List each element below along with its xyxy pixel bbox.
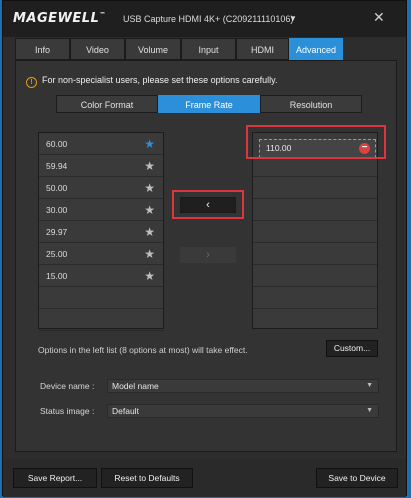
star-icon[interactable]: ★ (144, 221, 155, 243)
list-item[interactable]: 50.00 ★ (39, 177, 163, 199)
warning-message: ! For non-specialist users, please set th… (26, 75, 277, 88)
tab-info[interactable]: Info (15, 38, 70, 60)
save-to-device-button[interactable]: Save to Device (316, 468, 398, 488)
list-item[interactable]: 15.00 ★ (39, 265, 163, 287)
empty-row (39, 287, 163, 309)
move-right-button[interactable]: › (180, 247, 236, 263)
chevron-down-icon[interactable]: ▼ (289, 14, 297, 23)
list-item[interactable]: 60.00 ★ (39, 133, 163, 155)
empty-row (253, 265, 377, 287)
list-item[interactable]: 25.00 ★ (39, 243, 163, 265)
star-icon[interactable]: ★ (144, 155, 155, 177)
move-left-button[interactable]: ‹ (180, 197, 236, 213)
tab-input[interactable]: Input (181, 38, 236, 60)
selected-frame-rates-list[interactable]: 110.00 − (252, 132, 378, 329)
subtab-color-format[interactable]: Color Format (56, 95, 158, 113)
highlight-box (246, 125, 386, 159)
settings-window: MAGEWELL™ USB Capture HDMI 4K+ (C2092111… (2, 0, 407, 497)
empty-row (253, 243, 377, 265)
empty-row (253, 199, 377, 221)
warning-icon: ! (26, 77, 37, 88)
subtab-frame-rate[interactable]: Frame Rate (158, 95, 260, 113)
list-item[interactable]: 59.94 ★ (39, 155, 163, 177)
status-image-label: Status image : (40, 406, 95, 416)
custom-button[interactable]: Custom... (326, 340, 378, 357)
available-frame-rates-list[interactable]: 60.00 ★ 59.94 ★ 50.00 ★ 30.00 ★ 29.97 ★ 25.00… (38, 132, 164, 331)
magewell-logo: MAGEWELL™ (13, 11, 106, 26)
list-item[interactable]: 30.00 ★ (39, 199, 163, 221)
star-icon[interactable]: ★ (144, 133, 155, 155)
main-tabs: Info Video Volume Input HDMI Advanced (15, 38, 397, 60)
tab-volume[interactable]: Volume (125, 38, 181, 60)
tab-hdmi[interactable]: HDMI (236, 38, 289, 60)
reset-defaults-button[interactable]: Reset to Defaults (101, 468, 193, 488)
options-hint: Options in the left list (8 options at m… (38, 345, 248, 355)
advanced-subtabs: Color Format Frame Rate Resolution (56, 95, 362, 113)
tab-advanced[interactable]: Advanced (289, 38, 343, 60)
device-selector[interactable]: USB Capture HDMI 4K+ (C209211110106) (123, 14, 293, 24)
device-name-select[interactable]: Model name ▼ (107, 379, 379, 393)
footer-bar: Save Report... Reset to Defaults Save to… (3, 459, 406, 497)
star-icon[interactable]: ★ (144, 265, 155, 287)
star-icon[interactable]: ★ (144, 243, 155, 265)
empty-row (253, 287, 377, 309)
subtab-resolution[interactable]: Resolution (260, 95, 362, 113)
close-icon[interactable]: ✕ (373, 9, 385, 26)
list-item[interactable]: 29.97 ★ (39, 221, 163, 243)
empty-row (39, 309, 163, 331)
advanced-panel: ! For non-specialist users, please set th… (15, 60, 397, 452)
save-report-button[interactable]: Save Report... (13, 468, 97, 488)
title-bar: MAGEWELL™ USB Capture HDMI 4K+ (C2092111… (3, 1, 406, 37)
star-icon[interactable]: ★ (144, 199, 155, 221)
status-image-select[interactable]: Default ▼ (107, 404, 379, 418)
device-name-label: Device name : (40, 381, 95, 391)
empty-row (253, 221, 377, 243)
chevron-down-icon[interactable]: ▼ (366, 405, 373, 417)
star-icon[interactable]: ★ (144, 177, 155, 199)
empty-row (253, 177, 377, 199)
tab-video[interactable]: Video (70, 38, 125, 60)
chevron-down-icon[interactable]: ▼ (366, 380, 373, 392)
